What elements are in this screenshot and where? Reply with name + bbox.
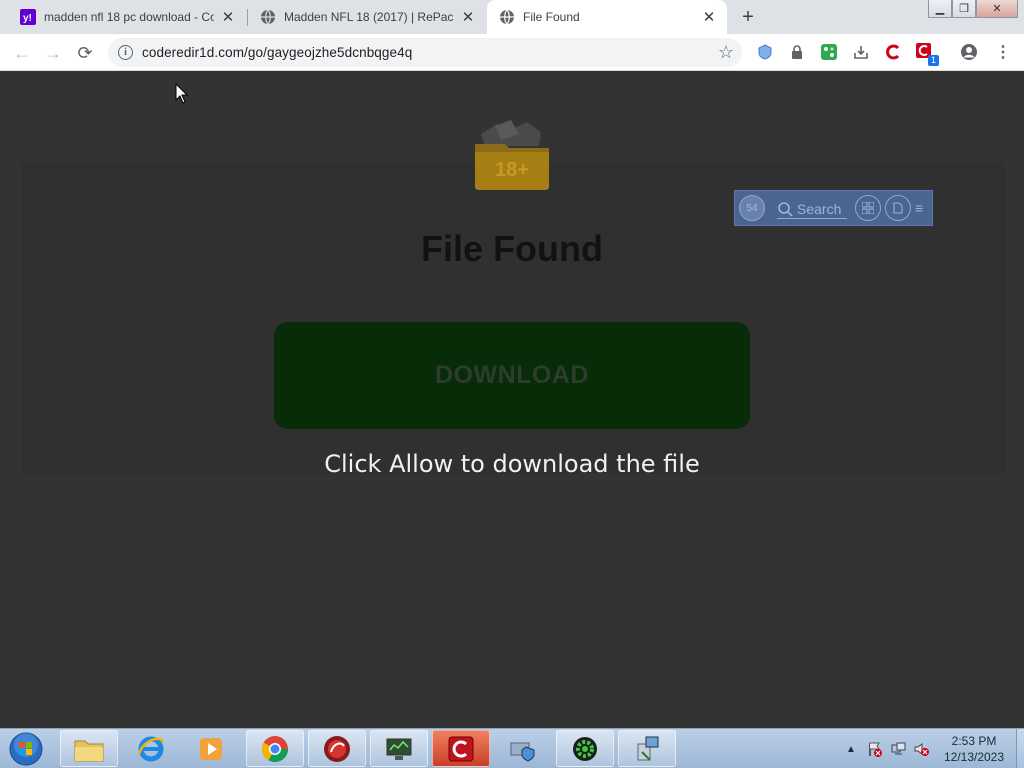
yahoo-icon: y! (20, 9, 36, 25)
network-shield-icon (510, 742, 535, 762)
allow-hint-text: Click Allow to download the file (324, 450, 700, 478)
grid-icon[interactable] (855, 195, 881, 221)
c-app-taskbar-button[interactable] (432, 730, 490, 767)
gear-icon (573, 736, 597, 761)
monitor-app-taskbar-button[interactable] (370, 730, 428, 767)
adult-folder-icon: 18+ (471, 116, 553, 192)
tab-title: madden nfl 18 pc download - Co (44, 10, 214, 24)
puzzle-extension-icon[interactable] (820, 43, 838, 61)
ie-taskbar-button[interactable] (122, 730, 180, 767)
tab-title: Madden NFL 18 (2017) | RePack f (284, 10, 454, 24)
flag-alert-icon[interactable] (866, 729, 884, 768)
globe-icon (499, 9, 515, 25)
widget-counter-badge: 54 (739, 195, 765, 221)
minimize-icon[interactable]: ▁ (928, 0, 952, 18)
tab-1[interactable]: y! madden nfl 18 pc download - Co ✕ (8, 0, 246, 34)
monitor-icon (386, 738, 412, 760)
svg-text:y!: y! (23, 13, 32, 24)
show-desktop-button[interactable] (1016, 729, 1024, 768)
close-window-icon[interactable]: ✕ (976, 0, 1018, 18)
extension-badge: 1 (927, 55, 939, 66)
c-extension-icon[interactable] (884, 43, 902, 61)
gear-app-taskbar-button[interactable] (556, 730, 614, 767)
media-player-icon (200, 737, 222, 760)
system-clock[interactable]: 2:53 PM 12/13/2023 (934, 733, 1014, 765)
widget-menu-icon[interactable]: ≡ (915, 200, 923, 216)
mouse-cursor-icon (175, 83, 189, 104)
c-app-icon (448, 736, 474, 761)
app-red-taskbar-button[interactable] (308, 730, 366, 767)
shield-extension-icon[interactable] (756, 43, 774, 61)
url-text[interactable]: coderedir1d.com/go/gaygeojzhe5dcnbqge4q (142, 45, 412, 60)
network-settings-taskbar-button[interactable] (494, 730, 552, 767)
start-button-icon[interactable] (6, 731, 46, 767)
internet-explorer-icon (137, 736, 165, 761)
menu-kebab-icon[interactable]: ⋮ (994, 43, 1012, 61)
explorer-taskbar-button[interactable] (60, 730, 118, 767)
tab-title: File Found (523, 10, 580, 24)
volume-muted-icon[interactable] (912, 729, 930, 768)
folder-badge-text: 18+ (495, 159, 529, 181)
account-icon[interactable] (960, 43, 978, 61)
tray-overflow-icon[interactable]: ▲ (844, 729, 858, 768)
page-title: File Found (421, 228, 603, 269)
reload-icon[interactable]: ⟳ (72, 40, 98, 66)
page-content: 18+ File Found DOWNLOAD Click Allow to d… (0, 72, 1024, 728)
red-orb-icon (324, 735, 350, 762)
media-player-taskbar-button[interactable] (182, 730, 240, 767)
network-icon[interactable] (889, 729, 907, 768)
widget-search-field[interactable]: Search (777, 199, 847, 219)
chrome-icon (261, 735, 289, 762)
forward-icon[interactable]: → (40, 40, 66, 66)
download-extension-icon[interactable] (852, 43, 870, 61)
browser-toolbar: ← → ⟳ i coderedir1d.com/go/gaygeojzhe5dc… (0, 34, 1024, 71)
folder-icon (74, 740, 104, 761)
search-icon (778, 201, 793, 217)
tab-strip: y! madden nfl 18 pc download - Co ✕ Madd… (0, 0, 1024, 34)
installer-icon (637, 736, 659, 761)
lock-extension-icon[interactable] (788, 43, 806, 61)
download-button[interactable]: DOWNLOAD (274, 322, 750, 429)
tab-2[interactable]: Madden NFL 18 (2017) | RePack f ✕ (248, 0, 486, 34)
restore-icon[interactable]: ❐ (952, 0, 976, 18)
floating-search-widget[interactable]: 54 Search ≡ (734, 190, 933, 226)
bookmark-star-icon[interactable]: ☆ (718, 42, 734, 63)
chrome-taskbar-button[interactable] (246, 730, 304, 767)
tab-close-icon[interactable]: ✕ (460, 9, 476, 26)
installer-taskbar-button[interactable] (618, 730, 676, 767)
c-extension-badge-icon[interactable]: 1 (916, 43, 939, 66)
tab-close-icon[interactable]: ✕ (701, 9, 717, 26)
windows-taskbar: ▲ 2:53 PM 12/13/2023 (0, 728, 1024, 768)
globe-icon (260, 9, 276, 25)
new-tab-icon[interactable]: + (736, 5, 760, 29)
document-icon[interactable] (885, 195, 911, 221)
address-bar[interactable]: i coderedir1d.com/go/gaygeojzhe5dcnbqge4… (108, 38, 742, 67)
tab-close-icon[interactable]: ✕ (220, 9, 236, 26)
back-icon[interactable]: ← (9, 40, 35, 66)
tab-3-active[interactable]: File Found ✕ (487, 0, 727, 34)
info-icon[interactable]: i (118, 45, 133, 60)
widget-search-placeholder: Search (797, 200, 842, 217)
clock-date: 12/13/2023 (943, 750, 1005, 764)
clock-time: 2:53 PM (951, 734, 997, 748)
